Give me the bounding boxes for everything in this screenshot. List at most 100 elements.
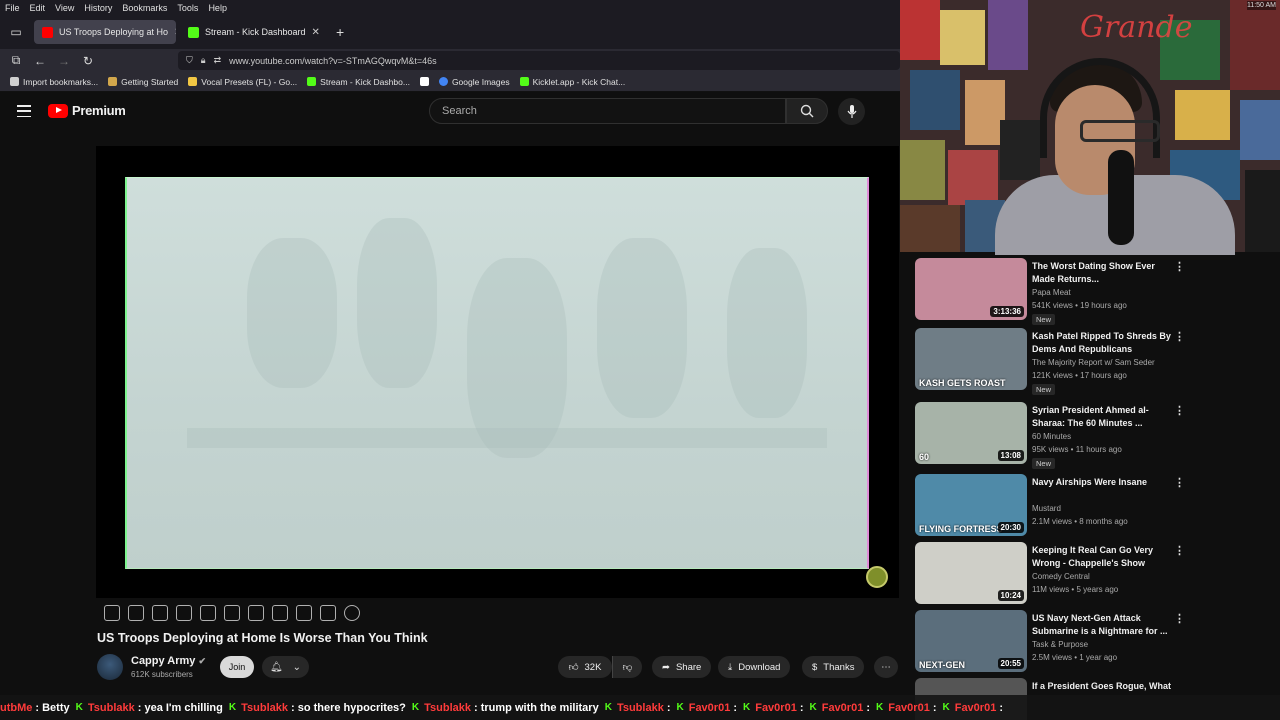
recommended-title[interactable]: Syrian President Ahmed al-Sharaa: The 60… bbox=[1032, 404, 1172, 430]
menu-help[interactable]: Help bbox=[208, 3, 227, 13]
recommended-video[interactable]: 10:24 Keeping It Real Can Go Very Wrong -… bbox=[915, 542, 1195, 606]
kick-icon bbox=[307, 77, 317, 86]
shield-icon[interactable]: ⛉ bbox=[186, 55, 193, 66]
kick-icon: K bbox=[742, 702, 751, 713]
like-button[interactable]: 👍︎ 32K bbox=[558, 656, 612, 678]
new-tab-icon[interactable]: + bbox=[336, 24, 344, 40]
reload-icon[interactable]: ↻ bbox=[76, 54, 100, 68]
chat-username: Fav0r01 bbox=[688, 701, 731, 714]
loop-icon[interactable] bbox=[104, 605, 120, 621]
recommended-channel[interactable]: 60 Minutes bbox=[1032, 432, 1071, 441]
recommended-title[interactable]: If a President Goes Rogue, What bbox=[1032, 680, 1172, 693]
video-thumbnail[interactable]: FLYING FORTRESS 20:30 bbox=[915, 474, 1027, 536]
tab-bar: ▭ US Troops Deploying at Ho ✕ Stream - K… bbox=[0, 15, 900, 49]
tab-youtube-video[interactable]: US Troops Deploying at Ho ✕ bbox=[34, 20, 176, 44]
recommended-title[interactable]: US Navy Next-Gen Attack Submarine is a N… bbox=[1032, 612, 1172, 638]
recommended-video[interactable]: NEXT-GEN 20:55 US Navy Next-Gen Attack Sub… bbox=[915, 610, 1195, 674]
channel-name[interactable]: Cappy Army ✔ bbox=[131, 655, 206, 667]
keyboard-icon[interactable] bbox=[320, 605, 336, 621]
chat-message: K Fav0r01: bbox=[809, 702, 870, 714]
menu-icon[interactable] bbox=[17, 105, 31, 117]
miniplayer-icon[interactable] bbox=[200, 605, 216, 621]
video-thumbnail[interactable]: KASH GETS ROAST bbox=[915, 328, 1027, 390]
recommended-video[interactable]: FLYING FORTRESS 20:30 Navy Airships Were I… bbox=[915, 474, 1195, 538]
theater-icon[interactable] bbox=[224, 605, 240, 621]
more-options-icon[interactable]: ⋮ bbox=[1174, 544, 1185, 557]
menu-edit[interactable]: Edit bbox=[30, 3, 46, 13]
youtube-logo[interactable]: Premium bbox=[48, 103, 126, 118]
forward-icon[interactable]: → bbox=[52, 54, 76, 68]
recommended-channel[interactable]: The Majority Report w/ Sam Seder bbox=[1032, 358, 1155, 367]
screenshot-icon[interactable] bbox=[296, 605, 312, 621]
menu-view[interactable]: View bbox=[55, 3, 74, 13]
close-tab-icon[interactable]: ✕ bbox=[312, 27, 320, 38]
video-duration: 3:13:36 bbox=[990, 306, 1024, 317]
chevron-down-icon: ⌄ bbox=[292, 661, 302, 673]
tab-kick-dashboard[interactable]: Stream - Kick Dashboard ✕ bbox=[180, 20, 322, 44]
bookmark-import[interactable]: Import bookmarks... bbox=[10, 77, 98, 87]
notifications-button[interactable]: 🔔︎ ⌄ bbox=[262, 656, 309, 678]
bookmark-kick-dashboard[interactable]: Stream - Kick Dashbo... bbox=[307, 77, 410, 87]
menu-history[interactable]: History bbox=[84, 3, 112, 13]
tab-list-icon[interactable]: ▭ bbox=[4, 25, 28, 39]
recommended-title[interactable]: The Worst Dating Show Ever Made Returns.… bbox=[1032, 260, 1172, 286]
bookmark-kicklet[interactable]: Kicklet.app - Kick Chat... bbox=[519, 77, 625, 87]
speed-icon[interactable] bbox=[248, 605, 264, 621]
bookmark-s-icon[interactable] bbox=[419, 77, 429, 86]
download-button[interactable]: ⤓ Download bbox=[718, 656, 791, 678]
channel-watermark-icon[interactable] bbox=[866, 566, 888, 588]
search-button[interactable] bbox=[786, 98, 828, 124]
more-actions-button[interactable]: ⋯ bbox=[874, 656, 898, 678]
more-options-icon[interactable]: ⋮ bbox=[1174, 476, 1185, 489]
more-options-icon[interactable]: ⋮ bbox=[1174, 612, 1185, 625]
recommended-video[interactable]: 3:13:36 The Worst Dating Show Ever Made R… bbox=[915, 258, 1195, 325]
dislike-button[interactable]: 👎︎ bbox=[612, 656, 642, 678]
bookmark-vocal-presets[interactable]: Vocal Presets (FL) - Go... bbox=[188, 77, 297, 87]
playlist-icon[interactable] bbox=[152, 605, 168, 621]
recommended-channel[interactable]: Papa Meat bbox=[1032, 288, 1071, 297]
recommended-title[interactable]: Keeping It Real Can Go Very Wrong - Chap… bbox=[1032, 544, 1172, 570]
search-input[interactable]: Search bbox=[429, 98, 786, 124]
chat-text: : bbox=[666, 701, 671, 714]
more-options-icon[interactable]: ⋮ bbox=[1174, 404, 1185, 417]
settings-gear-icon[interactable] bbox=[344, 605, 360, 621]
menu-bookmarks[interactable]: Bookmarks bbox=[122, 3, 167, 13]
menu-tools[interactable]: Tools bbox=[177, 3, 198, 13]
voice-search-button[interactable] bbox=[838, 98, 865, 125]
recommended-channel[interactable]: Mustard bbox=[1032, 504, 1061, 513]
chat-username: Fav0r01 bbox=[821, 701, 864, 714]
more-options-icon[interactable]: ⋮ bbox=[1174, 260, 1185, 273]
back-icon[interactable]: ← bbox=[28, 54, 52, 68]
close-tab-icon[interactable]: ✕ bbox=[174, 27, 176, 38]
recommended-title[interactable]: Kash Patel Ripped To Shreds By Dems And … bbox=[1032, 330, 1172, 356]
microphone-icon bbox=[847, 104, 856, 118]
permissions-icon[interactable]: ⇄ bbox=[214, 55, 222, 66]
video-thumbnail[interactable]: 10:24 bbox=[915, 542, 1027, 604]
join-button[interactable]: Join bbox=[220, 656, 254, 678]
sidebar-toggle-icon[interactable]: ⧉ bbox=[4, 53, 28, 68]
clip-icon[interactable] bbox=[176, 605, 192, 621]
recommended-title[interactable]: Navy Airships Were Insane bbox=[1032, 476, 1172, 489]
bookmark-getting-started[interactable]: Getting Started bbox=[108, 77, 178, 87]
bookmark-google-images[interactable]: Google Images bbox=[438, 77, 510, 87]
url-bar[interactable]: ⛉ 🔒︎ ⇄ www.youtube.com/watch?v=-STmAGQwq… bbox=[178, 51, 900, 70]
channel-avatar[interactable] bbox=[97, 654, 123, 680]
lock-icon: 🔒︎ bbox=[200, 55, 206, 65]
recommended-channel[interactable]: Comedy Central bbox=[1032, 572, 1090, 581]
video-frame[interactable] bbox=[125, 177, 869, 569]
video-player[interactable] bbox=[96, 146, 899, 598]
streamer-microphone bbox=[1108, 150, 1134, 245]
audio-icon[interactable] bbox=[128, 605, 144, 621]
menu-file[interactable]: File bbox=[5, 3, 20, 13]
video-thumbnail[interactable]: 60 13:08 bbox=[915, 402, 1027, 464]
recommended-video[interactable]: KASH GETS ROAST Kash Patel Ripped To Shre… bbox=[915, 328, 1195, 395]
chat-text: : bbox=[799, 701, 804, 714]
add-icon[interactable] bbox=[272, 605, 288, 621]
recommended-channel[interactable]: Task & Purpose bbox=[1032, 640, 1088, 649]
share-button[interactable]: ➦ Share bbox=[652, 656, 712, 678]
video-thumbnail[interactable]: NEXT-GEN 20:55 bbox=[915, 610, 1027, 672]
recommended-video[interactable]: 60 13:08 Syrian President Ahmed al-Sharaa:… bbox=[915, 402, 1195, 469]
video-thumbnail[interactable]: 3:13:36 bbox=[915, 258, 1027, 320]
more-options-icon[interactable]: ⋮ bbox=[1174, 330, 1185, 343]
thanks-button[interactable]: $ Thanks bbox=[802, 656, 865, 678]
